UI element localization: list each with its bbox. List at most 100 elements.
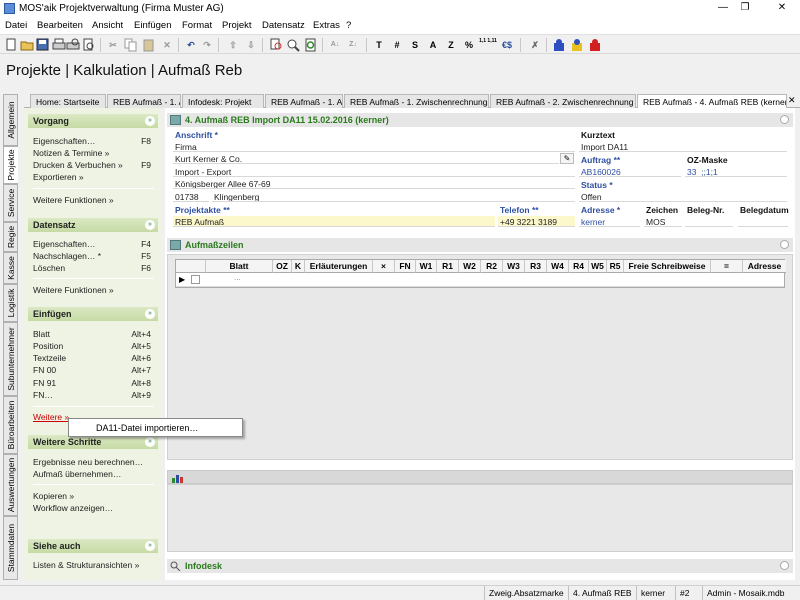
sidetab-subunternehmer[interactable]: Subunternehmer — [3, 322, 18, 396]
cut-icon[interactable]: ✂ — [106, 38, 120, 52]
redo-icon[interactable]: ↷ — [200, 38, 214, 52]
paste-icon[interactable] — [142, 38, 156, 52]
field-belegnr[interactable] — [685, 216, 733, 227]
user-lock-icon[interactable] — [570, 38, 584, 52]
collapse-icon[interactable] — [780, 115, 789, 124]
field-telefon[interactable]: +49 3221 3189 — [498, 216, 575, 227]
aufmass-grid[interactable]: Blatt OZ K Erläuterungen × FN W1 R1 W2 R… — [175, 259, 786, 288]
sidetab-kasse[interactable]: Kasse — [3, 252, 18, 284]
sort-icon[interactable]: A↓ — [328, 38, 342, 52]
new-icon[interactable] — [4, 38, 18, 52]
tab-active-aufmass[interactable]: REB Aufmaß - 4. Aufmaß REB (kerner) — [637, 94, 787, 108]
task-drucken[interactable]: Drucken & Verbuchen » F9 — [33, 160, 151, 170]
section-siehe-auch[interactable]: Siehe auch» — [28, 539, 158, 553]
task-blatt[interactable]: Blatt Alt+4 — [33, 329, 151, 339]
maximize-button[interactable]: ❐ — [738, 2, 752, 13]
field-ozmaske[interactable]: 33_;;1;1_ — [685, 166, 787, 177]
expand-icon[interactable] — [780, 561, 789, 570]
save-icon[interactable] — [36, 38, 50, 52]
infodesk-title-bar[interactable]: Infodesk — [167, 559, 793, 573]
sidetab-allgemein[interactable]: Allgemein — [3, 94, 18, 146]
task-ds-weitere-funktionen[interactable]: Weitere Funktionen » — [33, 285, 151, 295]
col-r1[interactable]: R1 — [437, 260, 459, 273]
format-percent-button[interactable]: % — [462, 38, 476, 52]
undo-icon[interactable]: ↶ — [184, 38, 198, 52]
menu-projekt[interactable]: Projekt — [222, 20, 252, 31]
task-exportieren[interactable]: Exportieren » — [33, 172, 151, 182]
field-auftrag[interactable]: AB160026 — [579, 166, 681, 177]
task-eigenschaften[interactable]: Eigenschaften… F8 — [33, 136, 151, 146]
col-blatt[interactable]: Blatt — [206, 260, 273, 273]
delete-icon[interactable]: ✕ — [160, 38, 174, 52]
task-kopieren[interactable]: Kopieren » — [33, 491, 151, 501]
field-name[interactable]: Kurt Kerner & Co. — [173, 153, 559, 164]
col-w3[interactable]: W3 — [503, 260, 525, 273]
menu-format[interactable]: Format — [182, 20, 212, 31]
task-fn[interactable]: FN… Alt+9 — [33, 390, 151, 400]
tools-icon[interactable]: ✗ — [528, 38, 542, 52]
task-ds-eigenschaften[interactable]: Eigenschaften… F4 — [33, 239, 151, 249]
task-fn00[interactable]: FN 00 Alt+7 — [33, 365, 151, 375]
zoom-icon[interactable] — [286, 38, 300, 52]
chart-icon[interactable] — [172, 473, 184, 483]
collapse-icon[interactable]: » — [145, 437, 155, 447]
tab-reb-aufmass-1[interactable]: REB Aufmaß - 1. A — [107, 94, 181, 108]
collapse-icon[interactable]: » — [145, 309, 155, 319]
col-w5[interactable]: W5 — [589, 260, 607, 273]
row-checkbox[interactable] — [191, 275, 200, 284]
tab-zwischenrechnung-2[interactable]: REB Aufmaß - 2. Zwischenrechnung ( — [490, 94, 636, 108]
field-status[interactable]: Offen — [579, 191, 787, 202]
field-kurztext[interactable]: Import DA11 — [579, 141, 787, 152]
field-projektakte[interactable]: REB Aufmaß — [173, 216, 495, 227]
col-r5[interactable]: R5 — [607, 260, 624, 273]
table-row[interactable]: ▶ ... — [176, 273, 784, 287]
task-workflow[interactable]: Workflow anzeigen… — [33, 503, 151, 513]
sidetab-service[interactable]: Service — [3, 184, 18, 222]
format-s-button[interactable]: S — [408, 38, 422, 52]
col-w2[interactable]: W2 — [459, 260, 481, 273]
task-textzeile[interactable]: Textzeile Alt+6 — [33, 353, 151, 363]
col-erlaeuterungen[interactable]: Erläuterungen — [305, 260, 373, 273]
col-r4[interactable]: R4 — [569, 260, 589, 273]
col-freie-schreibweise[interactable]: Freie Schreibweise — [624, 260, 711, 273]
section-vorgang[interactable]: Vorgang» — [28, 114, 158, 128]
menu-datei[interactable]: Datei — [5, 20, 27, 31]
collapse-icon[interactable]: » — [145, 116, 155, 126]
tab-home[interactable]: Home: Startseite — [30, 94, 106, 108]
menu-help[interactable]: ? — [346, 20, 351, 31]
menu-bearbeiten[interactable]: Bearbeiten — [37, 20, 83, 31]
tab-infodesk[interactable]: Infodesk: Projekt — [182, 94, 264, 108]
tab-zwischenrechnung-1[interactable]: REB Aufmaß - 1. Zwischenrechnung ( — [344, 94, 489, 108]
section-einfuegen[interactable]: Einfügen» — [28, 307, 158, 321]
section-datensatz[interactable]: Datensatz» — [28, 218, 158, 232]
col-fn[interactable]: FN — [395, 260, 416, 273]
collapse-icon[interactable] — [780, 240, 789, 249]
collapse-icon[interactable]: » — [145, 541, 155, 551]
currency-icon[interactable]: €$ — [500, 38, 514, 52]
menu-extras[interactable]: Extras — [313, 20, 340, 31]
col-ergebnis[interactable]: = — [711, 260, 743, 273]
print-icon[interactable] — [52, 38, 66, 52]
col-w4[interactable]: W4 — [547, 260, 569, 273]
sidetab-auswertungen[interactable]: Auswertungen — [3, 454, 18, 516]
sidetab-stammdaten[interactable]: Stammdaten — [3, 516, 18, 580]
task-listen[interactable]: Listen & Strukturansichten » — [33, 560, 151, 570]
menu-ansicht[interactable]: Ansicht — [92, 20, 123, 31]
task-weitere-funktionen[interactable]: Weitere Funktionen » — [33, 195, 151, 205]
move-down-icon[interactable]: ⇩ — [244, 38, 258, 52]
sidetab-regie[interactable]: Regie — [3, 222, 18, 252]
col-w1[interactable]: W1 — [416, 260, 437, 273]
open-icon[interactable] — [20, 38, 34, 52]
format-text-button[interactable]: T — [372, 38, 386, 52]
field-adresse[interactable]: kerner — [579, 216, 640, 227]
col-k[interactable]: K — [292, 260, 305, 273]
format-z-button[interactable]: Z — [444, 38, 458, 52]
user-red-icon[interactable] — [588, 38, 602, 52]
col-oz[interactable]: OZ — [273, 260, 292, 273]
task-aufmass-uebernehmen[interactable]: Aufmaß übernehmen… — [33, 469, 151, 479]
task-nachschlagen[interactable]: Nachschlagen… * F5 — [33, 251, 151, 261]
field-name2[interactable]: Import - Export — [173, 166, 575, 177]
move-up-icon[interactable]: ⇧ — [226, 38, 240, 52]
section-weitere-schritte[interactable]: Weitere Schritte» — [28, 435, 158, 449]
lookup-icon[interactable]: ✎ — [560, 153, 574, 164]
